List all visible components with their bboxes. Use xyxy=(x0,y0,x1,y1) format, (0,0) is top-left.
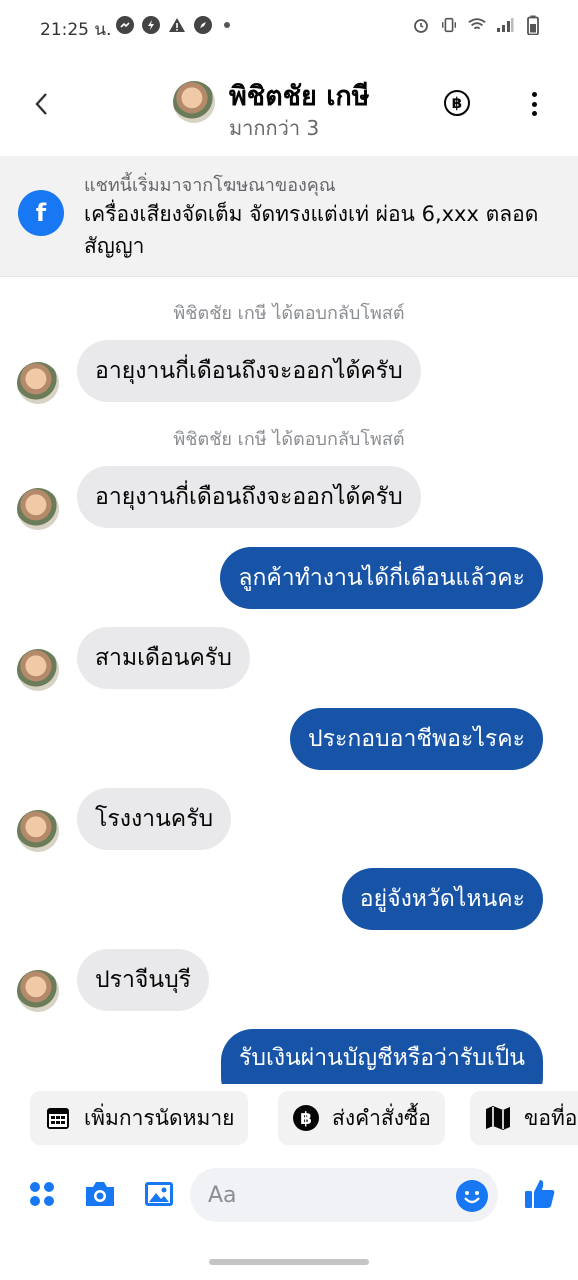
gallery-button[interactable] xyxy=(141,1176,177,1212)
vibrate-icon xyxy=(440,16,458,34)
incoming-message[interactable]: ปราจีนบุรี xyxy=(77,949,210,1011)
ad-caption: แชทนี้เริ่มมาจากโฆษณาของคุณ xyxy=(84,175,336,196)
more-options-button[interactable] xyxy=(522,90,546,118)
chat-header: พิชิตชัย เกษี มากกว่า 3 ฿ xyxy=(0,52,578,154)
contact-avatar[interactable] xyxy=(173,81,215,123)
messenger-icon xyxy=(116,16,134,34)
emoji-button[interactable] xyxy=(456,1180,488,1212)
camera-icon xyxy=(86,1182,114,1206)
chip-label: ขอที่อ xyxy=(524,1105,578,1130)
message-avatar[interactable] xyxy=(17,970,59,1012)
calendar-icon xyxy=(44,1104,72,1132)
message-avatar[interactable] xyxy=(17,362,59,404)
outgoing-message[interactable]: รับเงินผ่านบัญชีหรือว่ารับเป็น xyxy=(221,1029,543,1084)
compass-icon xyxy=(194,16,212,34)
dot-icon xyxy=(224,22,230,28)
chevron-left-icon xyxy=(35,93,47,115)
wifi-icon xyxy=(468,16,486,34)
menu-dots-icon xyxy=(30,1182,54,1206)
send-order-chip[interactable]: ฿ ส่งคำสั่งซื้อ xyxy=(278,1091,445,1145)
chip-label: เพิ่มการนัดหมาย xyxy=(84,1105,235,1130)
facebook-letter: f xyxy=(35,199,47,227)
battery-icon xyxy=(524,15,542,35)
message-avatar[interactable] xyxy=(17,488,59,530)
message-list[interactable]: พิชิตชัย เกษี ได้ตอบกลับโพสต์ อายุงานกี่… xyxy=(0,276,578,1084)
reply-note: พิชิตชัย เกษี ได้ตอบกลับโพสต์ xyxy=(173,429,405,450)
quick-actions-bar[interactable]: เพิ่มการนัดหมาย ฿ ส่งคำสั่งซื้อ ขอที่อ xyxy=(0,1084,578,1154)
contact-subtitle: มากกว่า 3 xyxy=(229,116,320,140)
outgoing-message[interactable]: ลูกค้าทำงานได้กี่เดือนแล้วคะ xyxy=(220,547,543,609)
svg-text:฿: ฿ xyxy=(300,1109,312,1129)
outgoing-message[interactable]: อยู่จังหวัดไหนคะ xyxy=(341,868,543,930)
bolt-icon xyxy=(142,16,160,34)
ad-title: เครื่องเสียงจัดเต็ม จัดทรงแต่งเท่ ผ่อน 6… xyxy=(84,202,539,258)
back-button[interactable] xyxy=(26,88,58,120)
menu-dots-button[interactable] xyxy=(24,1176,60,1212)
more-dot xyxy=(531,101,537,107)
composer xyxy=(0,1156,578,1236)
message-avatar[interactable] xyxy=(17,649,59,691)
more-dot xyxy=(531,111,537,116)
incoming-message[interactable]: สามเดือนครับ xyxy=(77,627,250,689)
add-appointment-chip[interactable]: เพิ่มการนัดหมาย xyxy=(30,1091,249,1145)
chip-label: ส่งคำสั่งซื้อ xyxy=(332,1105,431,1130)
signal-icon xyxy=(496,16,514,34)
incoming-message[interactable]: อายุงานกี่เดือนถึงจะออกได้ครับ xyxy=(77,466,421,528)
message-input[interactable] xyxy=(190,1168,498,1222)
map-icon xyxy=(484,1104,512,1132)
image-icon xyxy=(145,1182,173,1206)
camera-button[interactable] xyxy=(82,1176,118,1212)
like-icon xyxy=(525,1180,555,1208)
baht-icon: ฿ xyxy=(292,1104,320,1132)
like-button[interactable] xyxy=(522,1176,558,1212)
status-time: 21:25 น. xyxy=(40,20,112,40)
status-bar: 21:25 น. xyxy=(0,0,578,52)
incoming-message[interactable]: อายุงานกี่เดือนถึงจะออกได้ครับ xyxy=(77,340,421,402)
payment-button[interactable]: ฿ xyxy=(444,90,470,116)
home-indicator[interactable] xyxy=(209,1259,369,1265)
request-location-chip[interactable]: ขอที่อ xyxy=(470,1091,578,1145)
more-dot xyxy=(531,92,537,97)
status-notification-icons xyxy=(116,16,230,34)
baht-icon: ฿ xyxy=(451,94,463,112)
emoji-icon xyxy=(457,1181,487,1211)
facebook-icon: f xyxy=(18,190,64,236)
incoming-message[interactable]: โรงงานครับ xyxy=(77,788,232,850)
outgoing-message[interactable]: ประกอบอาชีพอะไรคะ xyxy=(290,708,543,770)
alarm-icon xyxy=(412,16,430,34)
reply-note: พิชิตชัย เกษี ได้ตอบกลับโพสต์ xyxy=(173,303,405,324)
status-system-icons xyxy=(412,15,542,35)
message-avatar[interactable] xyxy=(17,810,59,852)
contact-name[interactable]: พิชิตชัย เกษี xyxy=(229,74,370,117)
warning-icon xyxy=(168,16,186,34)
ad-referral-banner[interactable]: f แชทนี้เริ่มมาจากโฆษณาของคุณ เครื่องเสี… xyxy=(0,156,578,277)
